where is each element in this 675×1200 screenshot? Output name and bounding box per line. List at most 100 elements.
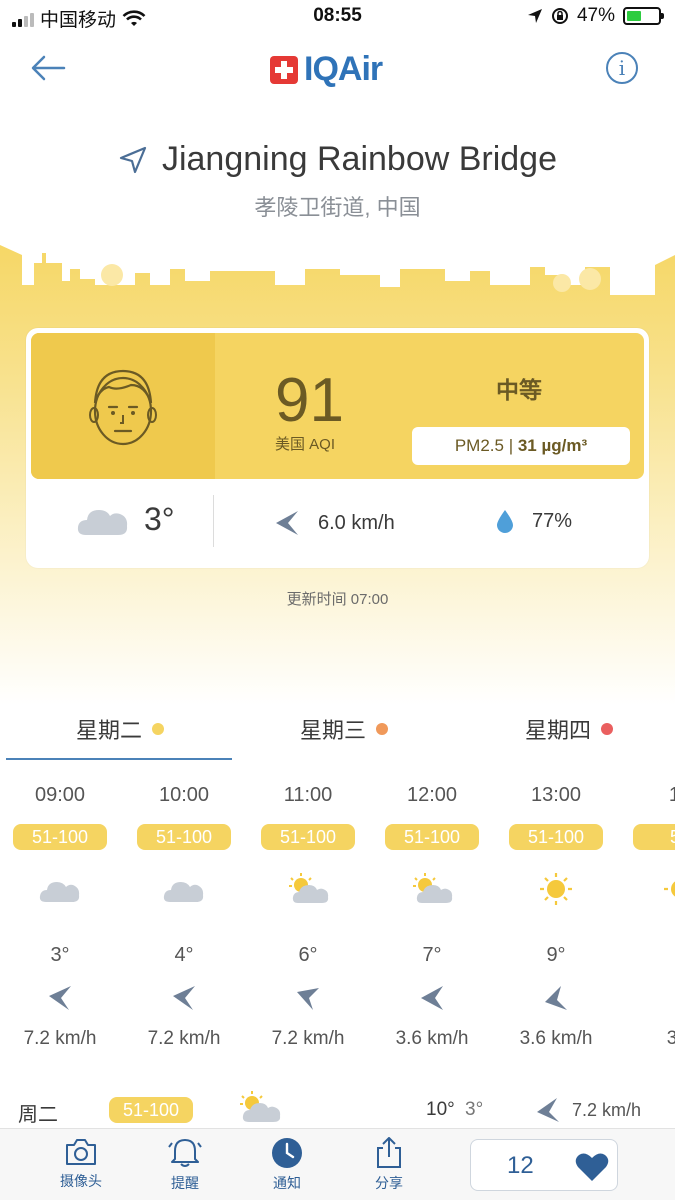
hour-aqi-badge: 51-100 (137, 824, 231, 850)
humidity-drop-icon (497, 510, 513, 533)
face-panel (31, 333, 215, 479)
hour-wind: 3.6 (666, 1028, 675, 1049)
favorites-button[interactable]: 12 (470, 1139, 618, 1191)
daily-low: 3° (465, 1099, 484, 1120)
tab-wednesday[interactable]: 星期三 (300, 713, 389, 745)
aqi-dot (376, 723, 389, 735)
tab-label: 星期三 (300, 718, 367, 743)
partly-cloudy-icon (413, 873, 453, 903)
tab-label: 分享 (375, 1175, 403, 1191)
hour-temp: 9° (546, 944, 566, 966)
hour-wind: 7.2 km/h (147, 1028, 221, 1049)
cloud-icon (39, 882, 80, 902)
battery-percent: 47% (576, 5, 615, 26)
back-arrow-icon (31, 55, 66, 81)
pollutant-concentration: 31 µg/m³ (517, 436, 588, 455)
hour-temp: 4° (174, 944, 194, 966)
city-skyline (0, 245, 675, 295)
wind-direction-icon (276, 511, 298, 535)
weather-summary: 3° 6.0 km/h 77% (26, 479, 649, 568)
current-humidity: 77% (532, 509, 573, 532)
daily-aqi-badge: 51-100 (109, 1097, 193, 1123)
tab-share[interactable]: 分享 (354, 1137, 424, 1193)
bell-icon (168, 1139, 202, 1167)
back-button[interactable] (28, 50, 72, 86)
tab-label: 提醒 (171, 1175, 199, 1191)
hour-aqi-badge: 51-100 (385, 824, 479, 850)
hour-time: 10:00 (158, 784, 210, 806)
location-name: Jiangning Rainbow Bridge (161, 140, 558, 178)
aqi-dot (601, 723, 614, 735)
daily-row[interactable]: 周二 51-100 10° 3° 7.2 km/h (0, 1090, 675, 1130)
pollutant-name: PM2.5 (454, 436, 504, 455)
hour-wind: 3.6 km/h (395, 1028, 469, 1049)
hour-time: 12:00 (406, 784, 458, 806)
clock-icon (272, 1138, 302, 1168)
aqi-value: 91 (275, 366, 344, 435)
camera-icon (66, 1139, 96, 1165)
bottom-tab-bar: 摄像头 提醒 通知 分享 12 (0, 1128, 675, 1200)
tab-label: 星期二 (76, 718, 143, 743)
hour-aqi-badge: 51 (633, 824, 675, 850)
daily-day: 周二 (18, 1104, 58, 1126)
status-bar: 中国移动 08:55 47% (0, 0, 675, 36)
tab-label: 星期四 (525, 718, 592, 743)
aqi-dot (152, 723, 165, 735)
divider (213, 495, 214, 547)
sun-icon (540, 873, 572, 905)
hour-temp: 1 (630, 944, 675, 967)
tab-notify[interactable]: 通知 (252, 1137, 322, 1193)
day-tabs: 星期二 星期三 星期四 (0, 705, 675, 761)
hour-aqi-badge: 51-100 (509, 824, 603, 850)
hour-time: 11:00 (283, 784, 333, 806)
hour-wind: 3.6 km/h (519, 1028, 593, 1049)
hour-wind: 7.2 km/h (271, 1028, 345, 1049)
hour-item: 14 51 1 3.6 (630, 780, 675, 1060)
aqi-label: 美国 AQI (275, 436, 336, 453)
hour-aqi-badge: 51-100 (261, 824, 355, 850)
tab-alerts[interactable]: 提醒 (150, 1137, 220, 1193)
daily-high: 10° (426, 1099, 455, 1120)
battery-icon (623, 7, 664, 25)
hour-temp: 6° (298, 944, 318, 966)
location-subtitle: 孝陵卫街道, 中国 (254, 195, 421, 220)
wind-direction-icon (297, 988, 319, 1010)
hour-aqi-badge: 51-100 (13, 824, 107, 850)
aqi-card[interactable]: 91 美国 AQI 中等 PM2.5 | 31 µg/m³ 3° 6.0 km/… (26, 328, 649, 568)
wind-direction-icon (173, 986, 195, 1010)
partly-cloudy-icon (289, 873, 329, 903)
tab-tuesday[interactable]: 星期二 (76, 713, 165, 745)
iqair-logo: IQAir (270, 50, 383, 89)
hour-temp: 3° (50, 944, 70, 966)
hour-time: 14 (668, 784, 675, 806)
logo-text: IQAir (304, 50, 383, 88)
hour-time: 13:00 (530, 784, 582, 806)
partly-cloudy-icon (240, 1091, 281, 1122)
wind-direction-icon (545, 986, 567, 1010)
tab-label: 通知 (273, 1175, 301, 1191)
cloud-icon (163, 882, 204, 902)
current-wind: 6.0 km/h (318, 511, 395, 534)
heart-icon (575, 1153, 609, 1181)
rotation-lock-icon (551, 8, 568, 24)
hourly-forecast[interactable]: 09:00 51-100 3° 7.2 km/h 10:00 51-100 4°… (0, 780, 675, 1060)
face-icon (89, 369, 157, 446)
hour-wind: 7.2 km/h (23, 1028, 97, 1049)
wind-direction-icon (49, 986, 71, 1010)
tab-thursday[interactable]: 星期四 (525, 713, 614, 745)
aqi-panel: 91 美国 AQI 中等 PM2.5 | 31 µg/m³ (31, 333, 644, 479)
info-icon: i (618, 56, 626, 80)
current-temperature: 3° (144, 501, 175, 537)
wind-direction-icon (537, 1098, 559, 1122)
active-tab-indicator (6, 758, 232, 760)
tab-camera[interactable]: 摄像头 (46, 1137, 116, 1191)
info-button[interactable]: i (606, 52, 638, 84)
tab-label: 摄像头 (60, 1173, 102, 1189)
hour-time: 09:00 (34, 784, 86, 806)
cloud-icon (77, 509, 128, 535)
location-title: Jiangning Rainbow Bridge (0, 140, 675, 179)
favorites-count: 12 (507, 1152, 534, 1179)
location-arrow-icon (527, 9, 542, 23)
wind-direction-icon (421, 986, 443, 1010)
aqi-level: 中等 (496, 377, 542, 403)
